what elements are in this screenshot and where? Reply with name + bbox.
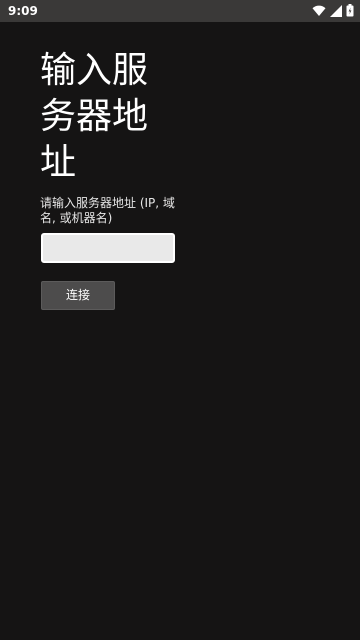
connect-button[interactable]: 连接 <box>41 281 115 310</box>
page-title: 输入服务器地址 <box>40 50 149 183</box>
status-icons <box>312 3 354 19</box>
battery-icon <box>346 2 354 21</box>
status-time: 9:09 <box>8 4 38 18</box>
cell-signal-icon <box>330 2 342 21</box>
status-bar: 9:09 <box>0 0 360 22</box>
main-content: 输入服务器地址 请输入服务器地址 (IP, 域名, 或机器名) 连接 <box>0 22 360 640</box>
wifi-icon <box>312 2 326 21</box>
server-address-input[interactable] <box>41 233 175 263</box>
server-address-label: 请输入服务器地址 (IP, 域名, 或机器名) <box>40 196 175 225</box>
